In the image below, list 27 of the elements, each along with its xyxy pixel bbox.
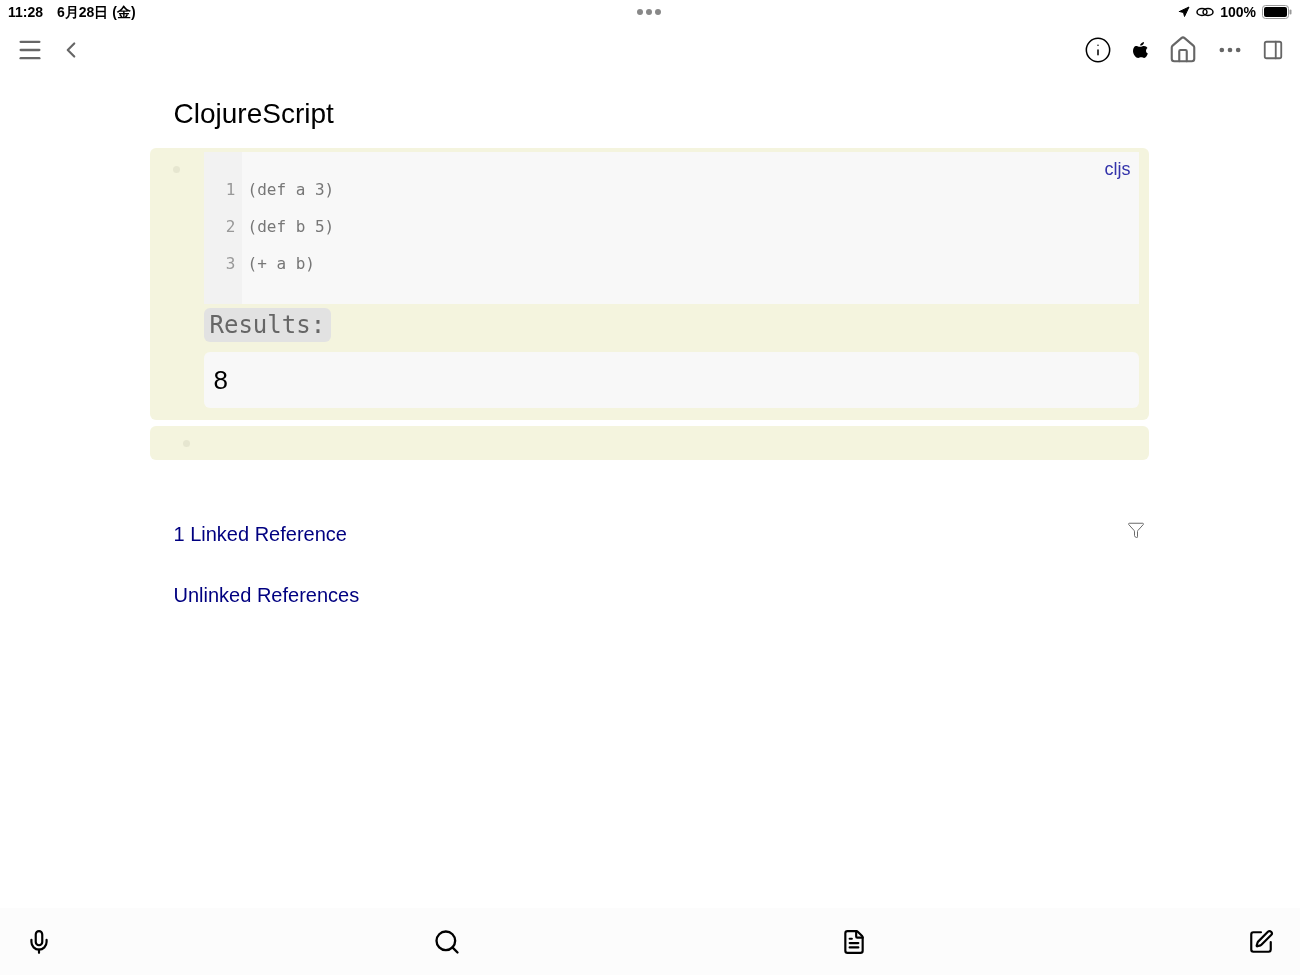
code-line: (+ a b) [247,254,316,274]
multitasking-dots-icon[interactable] [637,9,661,15]
status-time: 11:28 [8,2,44,22]
code-line: (def a 3) [247,180,335,200]
search-icon[interactable] [432,927,461,956]
location-icon [1178,6,1191,18]
compose-icon[interactable] [1247,928,1274,955]
page-title: ClojureScript [173,97,335,131]
code-editor[interactable]: 1 2 3 (def a 3) (def b 5) (+ a b) cljs [203,152,1139,304]
line-number: 2 [225,217,236,237]
results-label: Results: [203,308,332,342]
info-icon[interactable] [1084,36,1112,64]
result-output: 8 [203,352,1139,408]
references-link[interactable]: 1 Linked Reference [173,519,347,549]
references-link[interactable]: Unlinked References [173,580,360,610]
battery-percent: 100% [1220,2,1256,22]
code-line: (def b 5) [247,217,335,237]
filter-icon[interactable] [1126,521,1145,539]
line-number: 3 [225,254,236,274]
sidebar-toggle-icon[interactable] [1262,39,1284,61]
link-icon [1196,6,1215,18]
status-date: 6月28日 (金) [57,2,136,22]
line-number: 1 [225,180,236,200]
apple-logo-icon[interactable] [1130,39,1150,61]
language-label: cljs [1104,158,1131,181]
home-icon[interactable] [1168,35,1198,65]
battery-icon [1262,5,1292,19]
